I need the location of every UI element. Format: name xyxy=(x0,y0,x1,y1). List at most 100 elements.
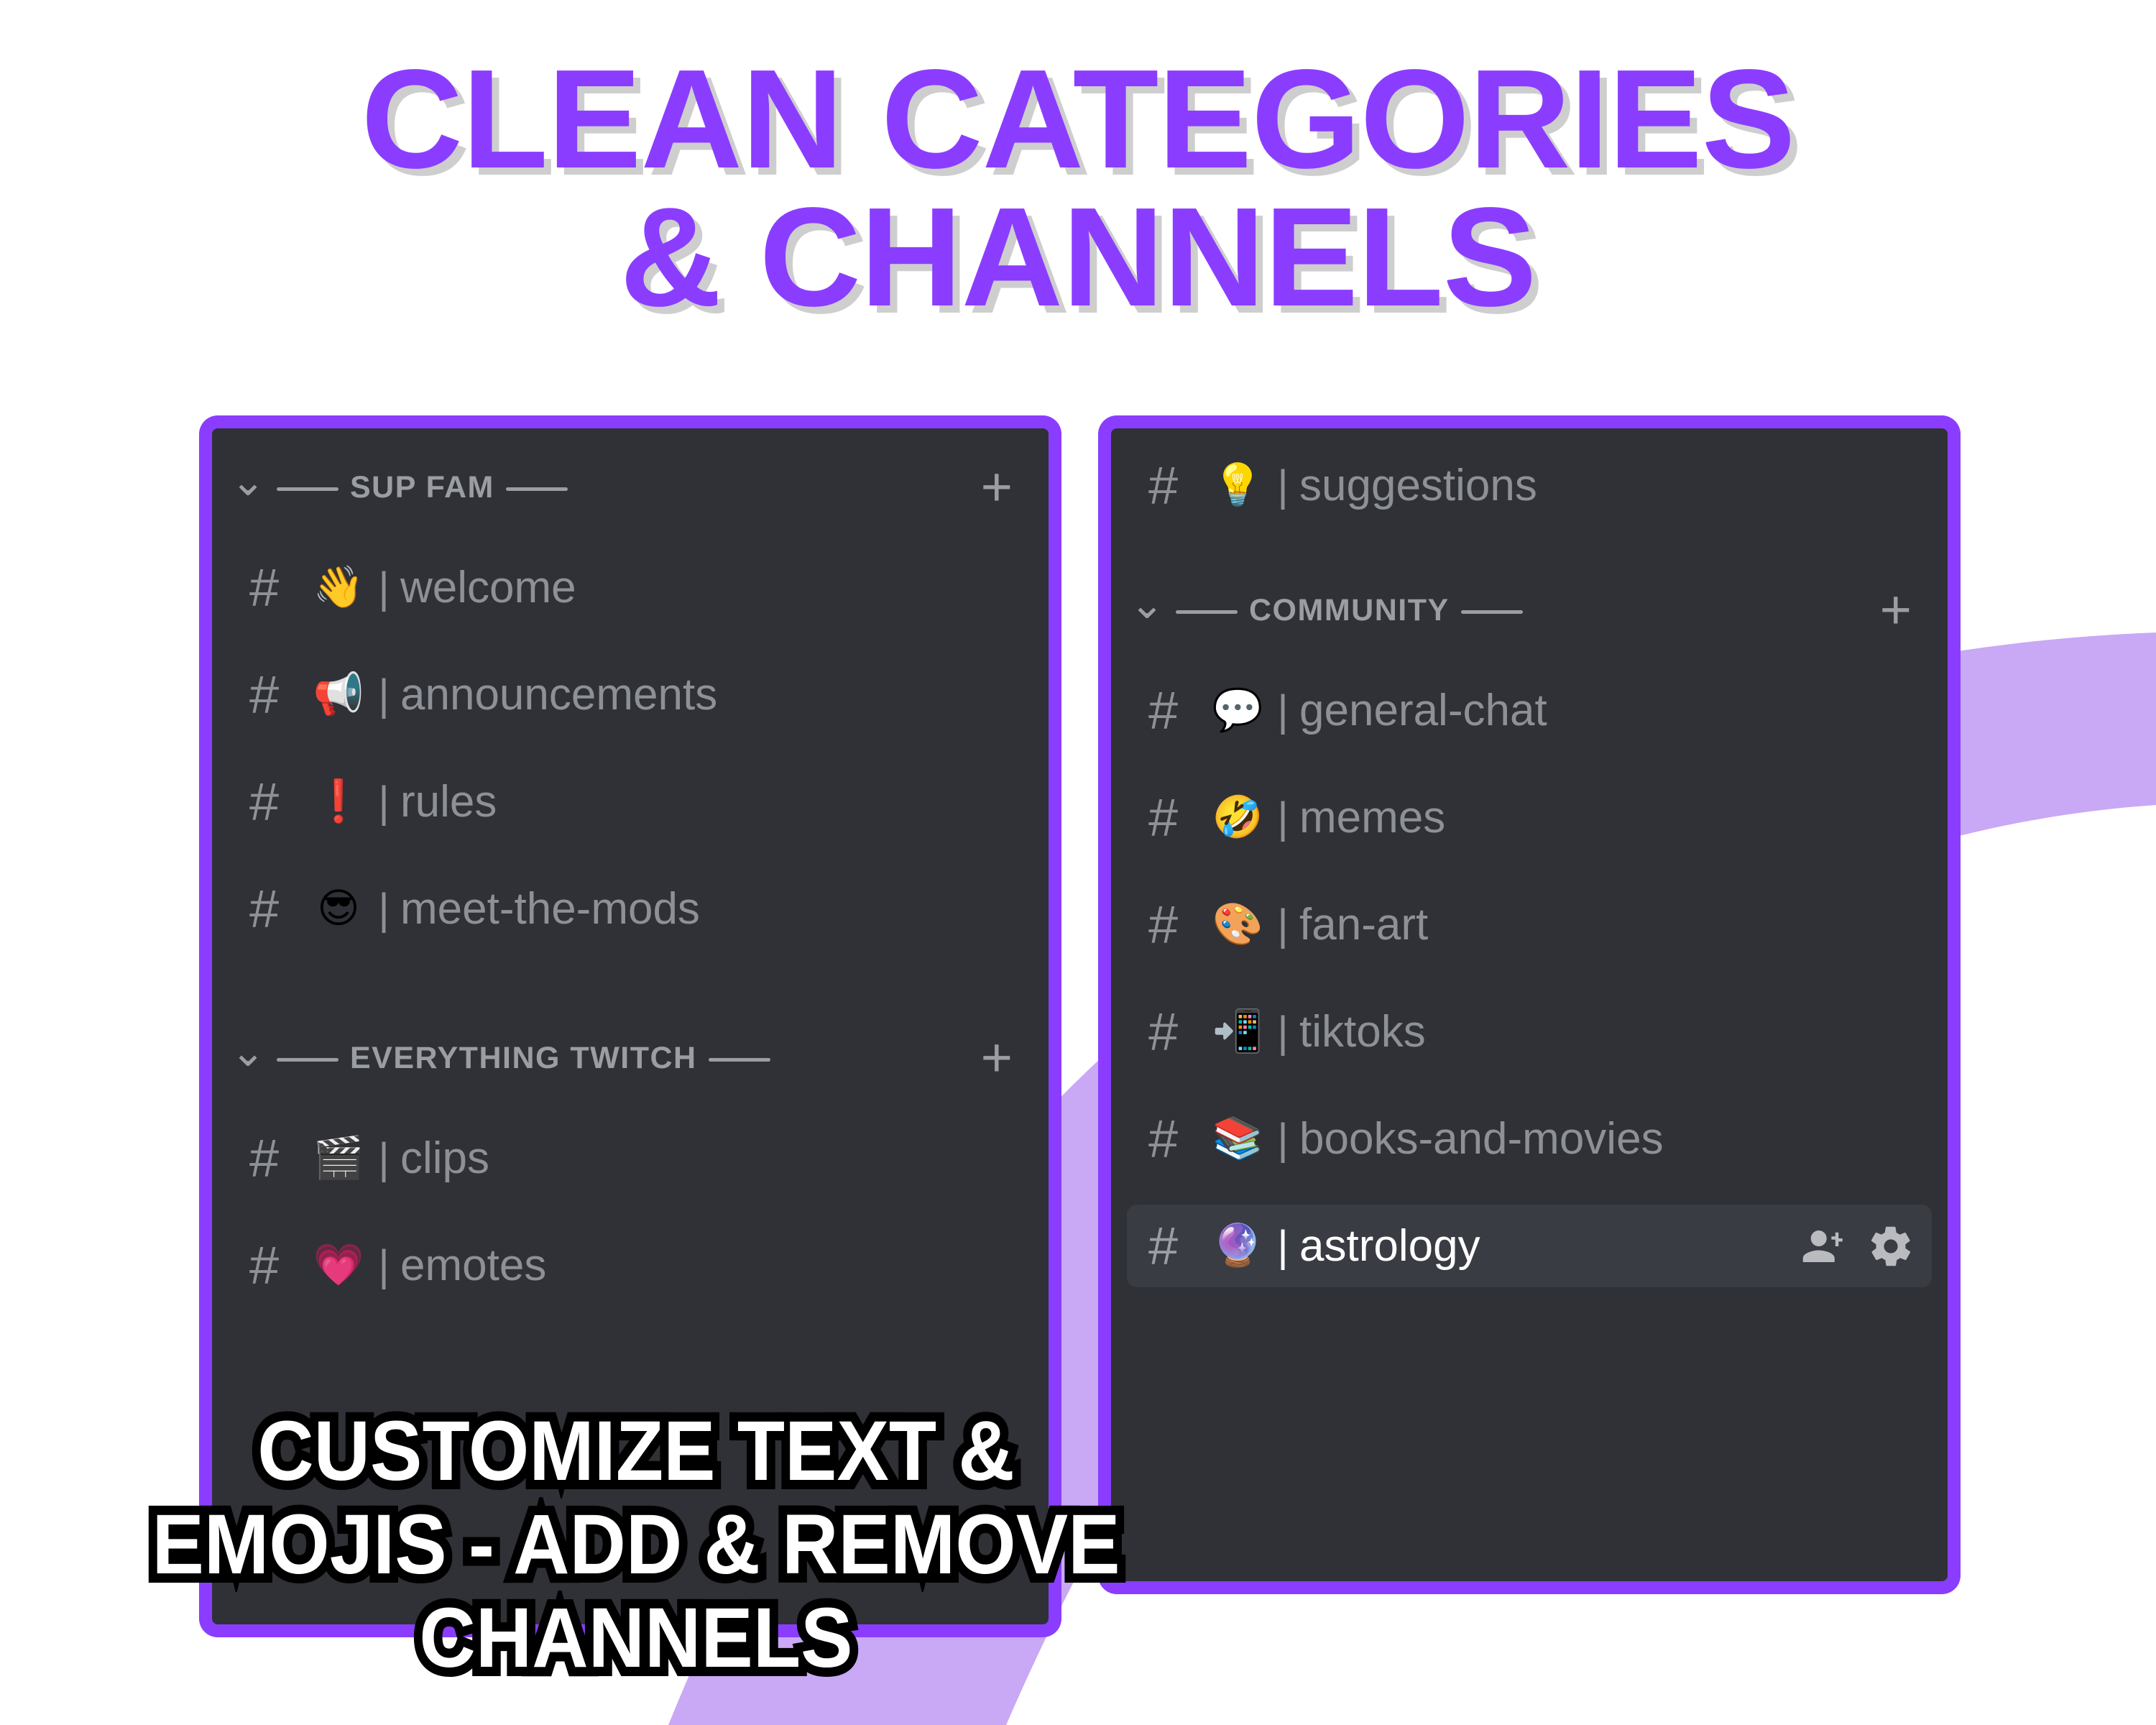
channel-name: emotes xyxy=(400,1240,547,1290)
channel-separator: | xyxy=(378,777,390,826)
hash-icon: # xyxy=(249,664,280,724)
red-exclamation-mark-emoji: ❗ xyxy=(313,778,364,825)
channel-separator: | xyxy=(378,1133,390,1182)
channel-separator: | xyxy=(1277,461,1289,510)
channel-separator: | xyxy=(1277,793,1289,842)
channel-row-tiktoks[interactable]: # 📲 | tiktoks xyxy=(1127,990,1932,1073)
category-header-everything-twitch[interactable]: ⌄ EVERYTHING TWITCH + xyxy=(212,1024,1049,1092)
channel-gap xyxy=(212,1200,1049,1224)
chevron-down-icon[interactable]: ⌄ xyxy=(231,461,266,502)
channel-name: tiktoks xyxy=(1299,1006,1426,1057)
hash-icon: # xyxy=(1148,1108,1179,1169)
channel-name: suggestions xyxy=(1299,460,1537,510)
channel-row-memes[interactable]: # 🤣 | memes xyxy=(1127,776,1932,859)
category-dash xyxy=(708,1057,770,1062)
channel-gap xyxy=(212,843,1049,868)
channel-separator: | xyxy=(1277,1007,1289,1056)
category-name: EVERYTHING TWITCH xyxy=(350,1040,697,1075)
left-scroll-body[interactable]: ⌄ SUP FAM + # 👋 | welcome # 📢 | announcements # ❗ | ru… xyxy=(212,428,1049,1380)
category-dash xyxy=(277,487,338,491)
channel-row-welcome[interactable]: # 👋 | welcome xyxy=(228,546,1033,629)
channel-name: clips xyxy=(400,1133,490,1183)
channel-row-clips[interactable]: # 🎬 | clips xyxy=(228,1117,1033,1200)
smiling-face-with-sunglasses-emoji: 😎 xyxy=(317,885,360,932)
category-bottom-gap xyxy=(212,975,1049,1024)
right-channel-list: # 💡 | suggestions ⌄ COMMUNITY + # 💬 | general-chat… xyxy=(1111,428,1948,1581)
channel-gap xyxy=(212,629,1049,653)
add-member-icon[interactable] xyxy=(1801,1223,1848,1270)
channel-gap xyxy=(212,950,1049,975)
channel-gap xyxy=(1111,1073,1948,1098)
plus-icon[interactable]: + xyxy=(1880,583,1916,637)
left-channel-panel: ⌄ SUP FAM + # 👋 | welcome # 📢 | announcements # ❗ | ru… xyxy=(199,415,1061,1637)
hash-icon: # xyxy=(1148,680,1179,740)
channel-name: astrology xyxy=(1299,1220,1480,1271)
channel-separator: | xyxy=(378,1241,390,1289)
category-dash xyxy=(1176,610,1238,614)
channel-separator: | xyxy=(1277,1221,1289,1270)
channel-name: welcome xyxy=(400,562,576,612)
rolling-on-the-floor-laughing-emoji: 🤣 xyxy=(1212,794,1263,841)
left-channel-list: ⌄ SUP FAM + # 👋 | welcome # 📢 | announcements # ❗ | ru… xyxy=(212,428,1049,1624)
right-channel-panel: # 💡 | suggestions ⌄ COMMUNITY + # 💬 | general-chat… xyxy=(1098,415,1961,1594)
waving-hand-emoji: 👋 xyxy=(313,564,364,611)
plus-icon[interactable]: + xyxy=(981,1031,1017,1085)
category-gap xyxy=(212,1092,1049,1117)
hash-icon: # xyxy=(1148,787,1179,847)
category-gap xyxy=(1111,645,1948,669)
category-header-community[interactable]: ⌄ COMMUNITY + xyxy=(1111,576,1948,645)
category-label: EVERYTHING TWITCH xyxy=(265,1041,782,1076)
growing-heart-emoji: 💗 xyxy=(313,1241,364,1289)
hash-icon: # xyxy=(249,1235,280,1295)
chevron-down-icon[interactable]: ⌄ xyxy=(1130,584,1165,625)
category-gap xyxy=(212,522,1049,546)
loudspeaker-emoji: 📢 xyxy=(313,671,364,718)
light-bulb-emoji: 💡 xyxy=(1212,461,1263,509)
hash-icon: # xyxy=(249,878,280,939)
channel-name: general-chat xyxy=(1299,685,1547,735)
channel-gap xyxy=(212,736,1049,760)
category-dash xyxy=(505,487,568,491)
channel-row-fan-art[interactable]: # 🎨 | fan-art xyxy=(1127,883,1932,966)
top-spacer xyxy=(1111,428,1948,444)
category-label: COMMUNITY xyxy=(1164,593,1534,628)
plus-icon[interactable]: + xyxy=(981,460,1017,514)
channel-row-astrology[interactable]: # 🔮 | astrology xyxy=(1127,1205,1932,1287)
top-spacer xyxy=(212,428,1049,453)
right-scroll-body[interactable]: # 💡 | suggestions ⌄ COMMUNITY + # 💬 | general-chat… xyxy=(1111,428,1948,1312)
page-title: CLEAN CATEGORIES & CHANNELS xyxy=(0,40,2156,327)
channel-separator: | xyxy=(1277,1114,1289,1163)
channel-row-announcements[interactable]: # 📢 | announcements xyxy=(228,653,1033,736)
channel-gap xyxy=(212,1307,1049,1331)
channel-gap xyxy=(1111,752,1948,776)
channel-row-rules[interactable]: # ❗ | rules xyxy=(228,760,1033,843)
channel-separator: | xyxy=(1277,686,1289,735)
category-header-sup-fam[interactable]: ⌄ SUP FAM + xyxy=(212,453,1049,522)
channel-row-books-and-movies[interactable]: # 📚 | books-and-movies xyxy=(1127,1098,1932,1180)
category-bottom-gap xyxy=(212,1331,1049,1380)
category-dash xyxy=(1460,610,1523,614)
channel-name: announcements xyxy=(400,669,718,719)
hash-icon: # xyxy=(249,771,280,832)
clapper-board-emoji: 🎬 xyxy=(313,1134,364,1182)
channel-gap xyxy=(1111,1180,1948,1205)
gear-icon[interactable] xyxy=(1867,1223,1915,1270)
chevron-down-icon[interactable]: ⌄ xyxy=(231,1031,266,1073)
channel-gap xyxy=(1111,527,1948,576)
channel-row-actions xyxy=(1801,1223,1915,1270)
channel-row-meet-the-mods[interactable]: # 😎 | meet-the-mods xyxy=(228,868,1033,950)
hash-icon: # xyxy=(1148,1215,1179,1276)
channel-separator: | xyxy=(378,670,390,719)
hash-icon: # xyxy=(1148,1001,1179,1062)
channel-row-suggestions[interactable]: # 💡 | suggestions xyxy=(1127,444,1932,527)
hash-icon: # xyxy=(1148,455,1179,515)
channel-gap xyxy=(1111,966,1948,990)
mobile-phone-with-arrow-emoji: 📲 xyxy=(1212,1008,1263,1055)
channel-row-emotes[interactable]: # 💗 | emotes xyxy=(228,1224,1033,1307)
hash-icon: # xyxy=(1148,894,1179,954)
channel-gap xyxy=(1111,1287,1948,1312)
channel-row-general-chat[interactable]: # 💬 | general-chat xyxy=(1127,669,1932,752)
category-dash xyxy=(277,1057,338,1062)
page-title-line-1: CLEAN CATEGORIES xyxy=(361,40,1796,198)
hash-icon: # xyxy=(249,557,280,617)
